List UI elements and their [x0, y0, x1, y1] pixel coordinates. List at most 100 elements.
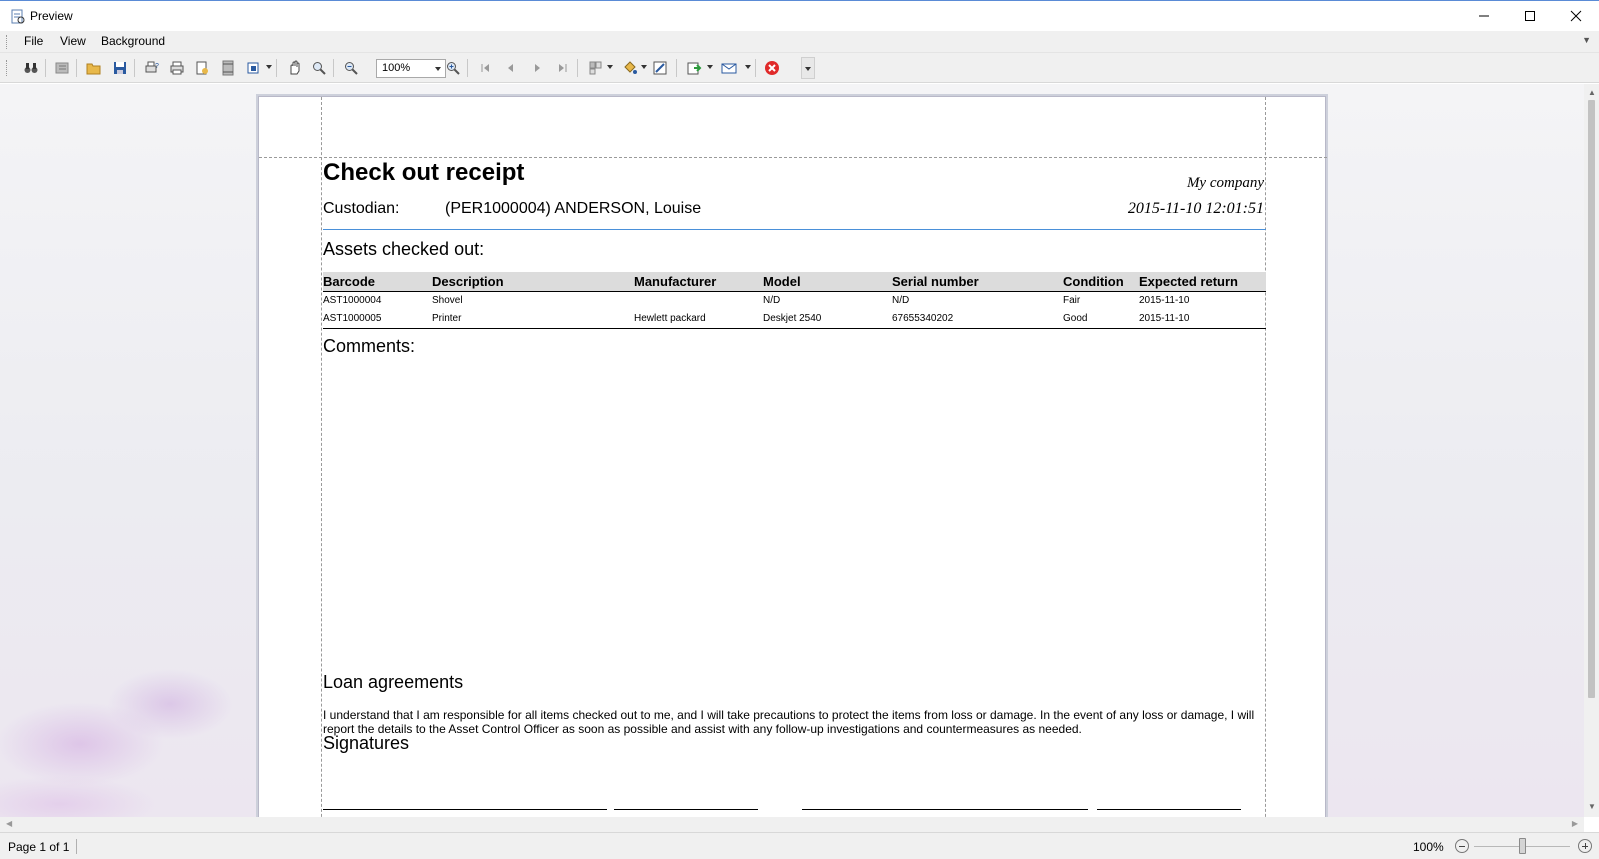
table-cell: 2015-11-10 [1139, 295, 1190, 306]
table-header-row: Barcode Description Manufacturer Model S… [323, 272, 1266, 292]
signature-line [1097, 809, 1241, 810]
toolbar-overflow-button[interactable] [801, 57, 815, 79]
scale-button[interactable] [245, 58, 265, 78]
minimize-button[interactable] [1461, 1, 1507, 31]
table-cell: Good [1063, 313, 1088, 324]
signature-line [614, 809, 758, 810]
window-title: Preview [30, 9, 73, 23]
zoom-minus-icon[interactable] [1455, 839, 1469, 853]
export-button[interactable] [684, 58, 704, 78]
custodian-label: Custodian: [323, 200, 400, 217]
table-cell: 67655340202 [892, 313, 954, 324]
watermark-icon [653, 61, 667, 75]
signatures-heading: Signatures [323, 733, 410, 753]
next-page-button[interactable] [527, 58, 547, 78]
folder-open-icon [86, 63, 101, 75]
table-cell: N/D [763, 295, 781, 306]
toolbar-grip[interactable] [6, 60, 9, 76]
loan-agreements-heading: Loan agreements [323, 672, 464, 692]
menu-overflow-icon[interactable]: ▼ [1582, 35, 1591, 45]
vertical-scroll-thumb[interactable] [1588, 100, 1595, 698]
first-page-button[interactable] [476, 58, 496, 78]
zoom-combobox[interactable]: 100% [376, 59, 446, 78]
maximize-icon [1525, 11, 1535, 21]
toolbar-separator [676, 59, 677, 77]
zoom-plus-icon[interactable] [1578, 839, 1592, 853]
close-window-button[interactable] [1553, 1, 1599, 31]
zoom-in-icon [447, 62, 460, 75]
zoom-out-button[interactable] [341, 58, 361, 78]
header-divider [323, 229, 1266, 230]
toolbar-separator [577, 59, 578, 77]
watermark-button[interactable] [650, 58, 670, 78]
report-timestamp: 2015-11-10 12:01:51 [1127, 200, 1264, 217]
close-preview-icon [765, 61, 779, 75]
menu-view[interactable]: View [58, 34, 88, 48]
menu-background[interactable]: Background [99, 34, 167, 48]
scale-dropdown-arrow[interactable] [266, 65, 272, 69]
menu-file[interactable]: File [22, 34, 45, 48]
send-email-dropdown-arrow[interactable] [745, 65, 751, 69]
save-button[interactable] [110, 58, 130, 78]
multiple-pages-dropdown-arrow[interactable] [607, 65, 613, 69]
export-dropdown-arrow[interactable] [707, 65, 713, 69]
background-color-button[interactable] [620, 58, 640, 78]
signature-line [802, 809, 1088, 810]
toolbar: ? 100% [0, 53, 1599, 83]
table-cell: Deskjet 2540 [763, 313, 822, 324]
minimize-icon [1479, 15, 1489, 17]
hand-tool-button[interactable] [284, 58, 304, 78]
maximize-button[interactable] [1507, 1, 1553, 31]
custodian-value: (PER1000004) ANDERSON, Louise [445, 200, 702, 217]
magnifier-button[interactable] [309, 58, 329, 78]
export-icon [687, 62, 702, 75]
vertical-scrollbar[interactable]: ▲ ▼ [1584, 84, 1599, 817]
document-map-button[interactable] [52, 58, 72, 78]
open-button[interactable] [84, 58, 104, 78]
table-cell: 2015-11-10 [1139, 313, 1190, 324]
page-setup-icon [196, 61, 208, 75]
scroll-up-icon[interactable]: ▲ [1588, 88, 1596, 97]
scroll-down-icon[interactable]: ▼ [1588, 802, 1596, 811]
printer-icon [170, 61, 184, 75]
column-header: Condition [1063, 274, 1124, 289]
assets-table: Barcode Description Manufacturer Model S… [323, 272, 1266, 329]
toolbar-separator [333, 59, 334, 77]
header-footer-button[interactable] [218, 58, 238, 78]
find-button[interactable] [21, 58, 41, 78]
comments-heading: Comments: [323, 336, 416, 356]
first-page-icon [481, 64, 489, 72]
table-cell: Hewlett packard [634, 313, 706, 324]
print-dialog-button[interactable]: ? [142, 58, 162, 78]
close-icon [1570, 10, 1582, 22]
zoom-slider-thumb[interactable] [1519, 838, 1526, 854]
header-footer-icon [222, 60, 234, 76]
scroll-left-icon[interactable]: ◀ [6, 819, 12, 828]
background-smoke-decoration [0, 604, 260, 817]
close-preview-button[interactable] [762, 58, 782, 78]
table-cell: Fair [1063, 295, 1081, 306]
multiple-pages-button[interactable] [586, 58, 606, 78]
chevron-down-icon [805, 67, 811, 71]
zoom-combobox-value: 100% [382, 62, 411, 74]
send-email-button[interactable] [719, 58, 739, 78]
status-separator [76, 839, 77, 854]
menu-bar: File View Background ▼ [0, 31, 1599, 53]
document-viewport[interactable]: Check out receipt My company 2015-11-10 … [0, 84, 1584, 817]
paint-bucket-icon [624, 61, 637, 74]
page-setup-button[interactable] [192, 58, 212, 78]
scroll-right-icon[interactable]: ▶ [1572, 819, 1578, 828]
assets-heading: Assets checked out: [323, 239, 485, 259]
menu-grip[interactable] [6, 35, 9, 49]
horizontal-scrollbar[interactable]: ◀ ▶ [0, 817, 1584, 832]
magnifier-icon [313, 62, 326, 75]
zoom-in-button[interactable] [443, 58, 463, 78]
toolbar-separator [755, 59, 756, 77]
background-color-dropdown-arrow[interactable] [641, 65, 647, 69]
binoculars-icon [24, 63, 38, 73]
last-page-button[interactable] [552, 58, 572, 78]
quick-print-button[interactable] [167, 58, 187, 78]
previous-page-icon [508, 64, 513, 72]
previous-page-button[interactable] [501, 58, 521, 78]
company-name: My company [1186, 175, 1264, 191]
